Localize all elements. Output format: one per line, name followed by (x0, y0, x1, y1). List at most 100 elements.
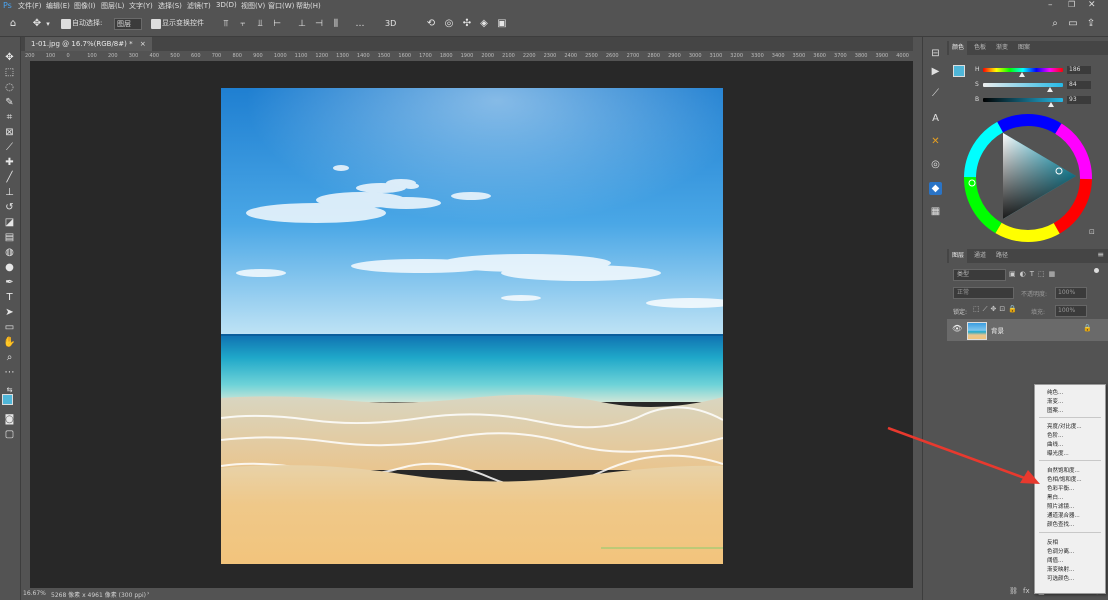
tab-swatches[interactable]: 色板 (971, 41, 989, 55)
clone-stamp-icon[interactable]: ⊥ (3, 187, 16, 199)
brush-settings-icon[interactable]: ⟋ (929, 87, 942, 100)
3d-orbit-icon[interactable]: ⟲ (425, 17, 437, 31)
move-tool-preset-icon[interactable]: ✥ (30, 17, 44, 31)
eraser-tool-icon[interactable]: ◪ (3, 217, 16, 229)
menu-item-invert[interactable]: 反相 (1047, 538, 1058, 546)
healing-brush-icon[interactable]: ✚ (3, 157, 16, 169)
foreground-color-swatch[interactable] (2, 394, 13, 405)
3d-slide-icon[interactable]: ◈ (478, 17, 490, 31)
status-arrow-icon[interactable]: › (147, 590, 149, 597)
minimize-icon[interactable]: – (1048, 0, 1053, 10)
menu-type[interactable]: 文字(Y) (129, 1, 153, 11)
frame-tool-icon[interactable]: ⊠ (3, 127, 16, 139)
brush-tool-icon[interactable]: ╱ (3, 172, 16, 184)
menu-filter[interactable]: 滤镜(T) (187, 1, 211, 11)
menu-select[interactable]: 选择(S) (158, 1, 182, 11)
3d-scale-icon[interactable]: ▣ (496, 17, 508, 31)
quick-select-tool-icon[interactable]: ✎ (3, 97, 16, 109)
tools-cross-icon[interactable]: ✕ (929, 135, 942, 148)
hue-value[interactable]: 186 (1067, 66, 1091, 74)
blend-mode-dropdown[interactable]: 正常 (953, 287, 1014, 299)
more-options-icon[interactable]: … (355, 17, 365, 31)
crop-tool-icon[interactable]: ⌗ (3, 112, 16, 124)
blur-tool-icon[interactable]: ◍ (3, 247, 16, 259)
layer-style-icon[interactable]: fx (1023, 587, 1030, 595)
3d-drag-icon[interactable]: ✣ (461, 17, 473, 31)
menu-edit[interactable]: 编辑(E) (46, 1, 70, 11)
history-brush-icon[interactable]: ↺ (3, 202, 16, 214)
align-bottom-icon[interactable]: ⫫ (254, 17, 266, 31)
3d-roll-icon[interactable]: ◎ (443, 17, 455, 31)
layer-filter-icons[interactable]: ▣◐T⬚▦ (1009, 270, 1059, 278)
eye-icon[interactable]: 👁 (952, 324, 962, 333)
menu-item-threshold[interactable]: 阈值... (1047, 556, 1063, 564)
home-icon[interactable]: ⌂ (6, 17, 20, 31)
path-select-icon[interactable]: ➤ (3, 307, 16, 319)
color-wheel[interactable] (963, 113, 1093, 243)
tab-paths[interactable]: 路径 (993, 249, 1011, 263)
chevron-down-icon[interactable]: ▾ (44, 17, 52, 31)
tab-patterns[interactable]: 图案 (1015, 41, 1033, 55)
saturation-value[interactable]: 84 (1067, 81, 1091, 89)
menu-item-brightness-contrast[interactable]: 亮度/对比度... (1047, 422, 1082, 430)
lasso-tool-icon[interactable]: ◌ (3, 82, 16, 94)
opacity-input[interactable]: 100% (1055, 287, 1087, 299)
marquee-tool-icon[interactable]: ⬚ (3, 67, 16, 79)
link-layers-icon[interactable]: ⛓ (1009, 587, 1018, 595)
menu-image[interactable]: 图像(I) (74, 1, 96, 11)
color-panel-fg-swatch[interactable] (953, 65, 965, 77)
tab-gradients[interactable]: 渐变 (993, 41, 1011, 55)
workspace-icon[interactable]: ▭ (1067, 17, 1079, 31)
move-tool-icon[interactable]: ✥ (3, 52, 16, 64)
menu-window[interactable]: 窗口(W) (268, 1, 294, 11)
search-icon[interactable]: ⌕ (1049, 17, 1061, 31)
align-left-icon[interactable]: ⊢ (271, 17, 283, 31)
filter-toggle-icon[interactable] (1094, 268, 1099, 273)
3d-panel-icon[interactable]: ◆ (929, 182, 942, 195)
lock-icons[interactable]: ⬚⟋✥⊡🔒 (973, 305, 1020, 314)
rectangle-tool-icon[interactable]: ▭ (3, 322, 16, 334)
menu-item-gradient[interactable]: 渐变... (1047, 397, 1063, 405)
menu-item-gradient-map[interactable]: 渐变映射... (1047, 565, 1074, 573)
align-vcenter-icon[interactable]: ⫟ (237, 17, 249, 31)
menu-layer[interactable]: 图层(L) (101, 1, 124, 11)
menu-item-solid-color[interactable]: 纯色... (1047, 388, 1063, 396)
gradient-tool-icon[interactable]: ▤ (3, 232, 16, 244)
menu-item-black-white[interactable]: 黑白... (1047, 493, 1063, 501)
more-tools-icon[interactable]: ⋯ (3, 367, 16, 379)
menu-3d[interactable]: 3D(D) (216, 1, 237, 9)
brightness-value[interactable]: 93 (1067, 96, 1091, 104)
transform-controls-checkbox[interactable] (151, 19, 161, 29)
beach-photo[interactable] (221, 88, 723, 564)
align-top-icon[interactable]: ⫪ (220, 17, 232, 31)
screen-mode-icon[interactable]: ▢ (3, 429, 16, 441)
zoom-tool-icon[interactable]: ⌕ (3, 352, 16, 364)
character-panel-icon[interactable]: A (929, 112, 942, 125)
layer-lock-icon[interactable]: 🔒 (1083, 324, 1092, 332)
tab-color[interactable]: 颜色 (949, 41, 968, 55)
eyedropper-tool-icon[interactable]: ⟋ (3, 142, 16, 154)
layer-select-dropdown[interactable]: 图层 (114, 18, 142, 30)
layer-row[interactable]: 👁 背景 🔒 (947, 319, 1108, 341)
restore-icon[interactable]: ❐ (1068, 0, 1075, 9)
menu-item-posterize[interactable]: 色调分离... (1047, 547, 1074, 555)
libraries-icon[interactable]: ▦ (929, 205, 942, 218)
menu-item-color-balance[interactable]: 色彩平衡... (1047, 484, 1074, 492)
menu-view[interactable]: 视图(V) (241, 1, 265, 11)
menu-item-photo-filter[interactable]: 照片滤镜... (1047, 502, 1074, 510)
pen-tool-icon[interactable]: ✒ (3, 277, 16, 289)
tab-layers[interactable]: 图层 (949, 249, 968, 263)
close-tab-icon[interactable]: × (140, 40, 146, 48)
distribute-icon[interactable]: ⫼ (330, 17, 342, 31)
color-wheel-options-icon[interactable]: ⊡ (1089, 228, 1095, 236)
document-tab[interactable]: 1-01.jpg @ 16.7%(RGB/8#) * × (25, 37, 152, 51)
properties-icon[interactable]: ◎ (929, 158, 942, 171)
tab-channels[interactable]: 通道 (971, 249, 989, 263)
menu-item-channel-mixer[interactable]: 通道混合器... (1047, 511, 1080, 519)
brightness-slider-thumb[interactable] (1048, 102, 1054, 107)
quick-mask-icon[interactable]: ◙ (3, 414, 16, 426)
actions-play-icon[interactable]: ▶ (929, 65, 942, 78)
menu-file[interactable]: 文件(F) (18, 1, 42, 11)
zoom-level[interactable]: 16.67% (23, 590, 46, 597)
align-hcenter-icon[interactable]: ⊥ (296, 17, 308, 31)
